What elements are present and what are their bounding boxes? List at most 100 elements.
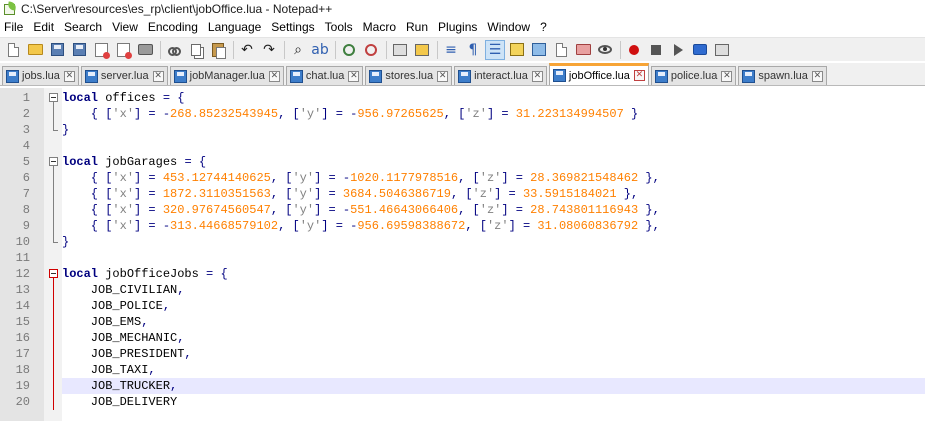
fold-toggle-icon[interactable] — [49, 266, 58, 282]
function-list-icon[interactable] — [551, 40, 571, 60]
zoom-out-icon[interactable] — [361, 40, 381, 60]
redo-icon[interactable]: ↷ — [259, 40, 279, 60]
code-line[interactable]: 13 JOB_CIVILIAN, — [16, 282, 925, 298]
code-line[interactable]: 1 local offices = { — [23, 90, 925, 106]
record-macro-icon[interactable] — [624, 40, 644, 60]
code-line[interactable]: 10} — [16, 234, 925, 250]
cut-icon[interactable] — [164, 40, 184, 60]
tab-police-lua[interactable]: police.lua ✕ — [650, 66, 737, 85]
tab-jobmanager-lua[interactable]: jobManager.lua ✕ — [169, 66, 284, 85]
copy-icon[interactable] — [186, 40, 206, 60]
user-language-icon[interactable] — [507, 40, 527, 60]
line-number: 14 — [15, 299, 30, 313]
code-token: = { — [184, 155, 207, 169]
tab-server-lua[interactable]: server.lua ✕ — [80, 66, 168, 85]
show-all-chars-icon[interactable]: ¶ — [463, 40, 483, 60]
close-all-icon[interactable] — [113, 40, 133, 60]
zoom-in-icon[interactable] — [339, 40, 359, 60]
menu-file[interactable]: File — [0, 18, 28, 37]
code-line[interactable]: 12 local jobOfficeJobs = { — [16, 266, 925, 282]
close-tab-icon[interactable]: ✕ — [531, 70, 543, 82]
tab-bar: jobs.lua ✕ server.lua ✕ jobManager.lua ✕… — [0, 63, 925, 86]
code-line[interactable]: 9 { ['x'] = -313.44668579102, ['y'] = -9… — [23, 218, 925, 234]
monitoring-icon[interactable] — [595, 40, 615, 60]
menu-search[interactable]: Search — [59, 18, 107, 37]
code-line[interactable]: 3} — [23, 122, 925, 138]
find-icon[interactable]: ⌕ — [288, 40, 308, 60]
menu-macro[interactable]: Macro — [358, 18, 401, 37]
tab-jobs-lua[interactable]: jobs.lua ✕ — [2, 66, 79, 85]
save-macro-icon[interactable] — [712, 40, 732, 60]
code-line[interactable]: 20 JOB_DELIVERY — [16, 394, 925, 410]
close-tab-icon[interactable]: ✕ — [152, 70, 164, 82]
print-icon[interactable] — [135, 40, 155, 60]
code-line[interactable]: 6 { ['x'] = 453.12744140625, ['y'] = -10… — [23, 170, 925, 186]
new-file-icon[interactable] — [3, 40, 23, 60]
tab-interact-lua[interactable]: interact.lua ✕ — [454, 66, 547, 85]
tab-label: jobManager.lua — [189, 70, 265, 82]
close-tab-icon[interactable]: ✕ — [811, 70, 823, 82]
code-area[interactable]: 1 local offices = {2 { ['x'] = -268.85232… — [16, 90, 925, 410]
menu-edit[interactable]: Edit — [28, 18, 59, 37]
code-line[interactable]: 17 JOB_PRESIDENT, — [16, 346, 925, 362]
doc-map-icon[interactable] — [529, 40, 549, 60]
code-token: , — [177, 331, 185, 345]
save-icon[interactable] — [47, 40, 67, 60]
code-line[interactable]: 2 { ['x'] = -268.85232543945, ['y'] = -9… — [23, 106, 925, 122]
tab-label: police.lua — [670, 70, 718, 82]
sync-vertical-icon[interactable] — [390, 40, 410, 60]
save-all-icon[interactable] — [69, 40, 89, 60]
tab-chat-lua[interactable]: chat.lua ✕ — [285, 66, 364, 85]
code-token: 'x' — [112, 187, 135, 201]
replace-icon[interactable]: ab — [310, 40, 330, 60]
word-wrap-icon[interactable]: ≡ — [441, 40, 461, 60]
run-macro-multiple-icon[interactable] — [690, 40, 710, 60]
code-line[interactable]: 14 JOB_POLICE, — [16, 298, 925, 314]
window-title: C:\Server\resources\es_rp\client\jobOffi… — [21, 1, 333, 16]
menu-settings[interactable]: Settings — [266, 18, 319, 37]
play-macro-icon[interactable] — [668, 40, 688, 60]
close-icon[interactable] — [91, 40, 111, 60]
code-line[interactable]: 11 — [16, 250, 925, 266]
undo-icon[interactable]: ↶ — [237, 40, 257, 60]
close-tab-icon[interactable]: ✕ — [437, 70, 449, 82]
menu-help[interactable]: ? — [535, 18, 552, 37]
code-line[interactable]: 19 JOB_TRUCKER, — [16, 378, 925, 394]
tab-stores-lua[interactable]: stores.lua ✕ — [365, 66, 453, 85]
close-tab-icon[interactable]: ✕ — [63, 70, 75, 82]
close-tab-icon[interactable]: ✕ — [721, 70, 733, 82]
sync-horizontal-icon[interactable] — [412, 40, 432, 60]
close-tab-icon[interactable]: ✕ — [633, 70, 645, 81]
menu-tools[interactable]: Tools — [320, 18, 358, 37]
code-editor[interactable]: 1 local offices = {2 { ['x'] = -268.85232… — [0, 88, 925, 421]
open-file-icon[interactable] — [25, 40, 45, 60]
code-line[interactable]: 16 JOB_MECHANIC, — [16, 330, 925, 346]
code-token: 'x' — [112, 219, 135, 233]
menu-plugins[interactable]: Plugins — [433, 18, 482, 37]
code-line[interactable]: 7 { ['x'] = 1872.3110351563, ['y'] = 368… — [23, 186, 925, 202]
stop-macro-icon[interactable] — [646, 40, 666, 60]
menu-view[interactable]: View — [107, 18, 143, 37]
fold-toggle-icon[interactable] — [49, 154, 58, 170]
code-line[interactable]: 5 local jobGarages = { — [23, 154, 925, 170]
close-tab-icon[interactable]: ✕ — [268, 70, 280, 82]
paste-icon[interactable] — [208, 40, 228, 60]
tab-joboffice-lua[interactable]: jobOffice.lua ✕ — [548, 63, 649, 85]
code-line[interactable]: 4 — [23, 138, 925, 154]
file-saved-icon — [742, 69, 756, 83]
menu-encoding[interactable]: Encoding — [143, 18, 203, 37]
fold-toggle-icon[interactable] — [49, 90, 58, 106]
menu-language[interactable]: Language — [203, 18, 266, 37]
menu-window[interactable]: Window — [482, 18, 535, 37]
indent-guide-icon[interactable]: ☰ — [485, 39, 505, 60]
code-line[interactable]: 8 { ['x'] = 320.97674560547, ['y'] = -55… — [23, 202, 925, 218]
toolbar: ↶ ↷ ⌕ ab ≡ ¶ ☰ — [0, 37, 925, 61]
menu-run[interactable]: Run — [401, 18, 433, 37]
code-line[interactable]: 18 JOB_TAXI, — [16, 362, 925, 378]
code-token: 31.223134994507 — [515, 107, 624, 121]
code-line[interactable]: 15 JOB_EMS, — [16, 314, 925, 330]
folder-workspace-icon[interactable] — [573, 40, 593, 60]
tab-spawn-lua[interactable]: spawn.lua ✕ — [738, 66, 827, 85]
fold-guide — [49, 330, 58, 346]
close-tab-icon[interactable]: ✕ — [348, 70, 360, 82]
